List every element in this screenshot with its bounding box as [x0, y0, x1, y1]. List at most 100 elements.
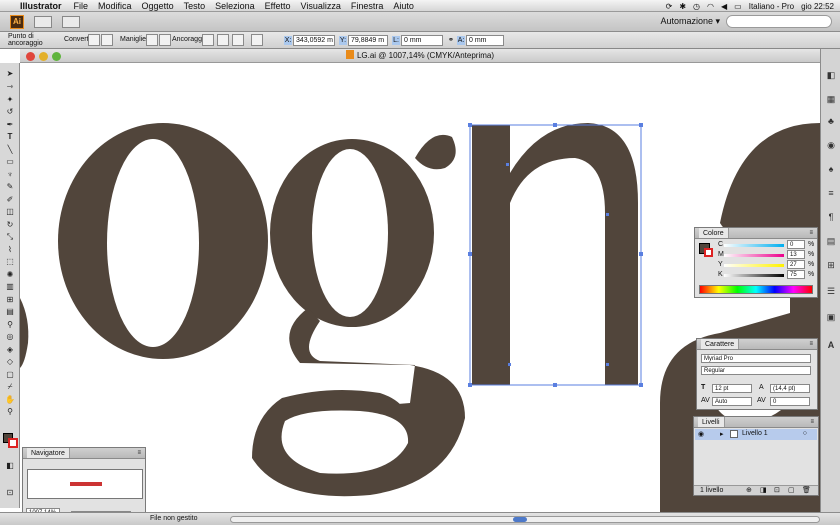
live-paint-selection-icon[interactable]: ◇ — [3, 357, 17, 367]
magic-wand-tool-icon[interactable]: ✦ — [3, 95, 17, 105]
paintbrush-tool-icon[interactable]: ♆ — [3, 170, 17, 180]
tracking-field[interactable]: 0 — [770, 397, 810, 406]
color-panel-icon[interactable]: ◧ — [824, 69, 838, 81]
battery-icon[interactable]: ▭ — [734, 2, 742, 11]
clock[interactable]: gio 22:52 — [801, 2, 834, 11]
leading-field[interactable]: (14,4 pt) — [770, 384, 810, 393]
warp-tool-icon[interactable]: ⌇ — [3, 245, 17, 255]
hide-handles-button[interactable] — [159, 34, 171, 46]
font-family-select[interactable]: Myriad Pro — [701, 354, 811, 363]
symbol-sprayer-tool-icon[interactable]: ✺ — [3, 270, 17, 280]
clipping-mask-icon[interactable]: ◨ — [760, 486, 767, 494]
pen-tool-icon[interactable]: ✒ — [3, 120, 17, 130]
y-field[interactable]: 27 — [787, 260, 805, 269]
align-icon[interactable]: ▤ — [824, 235, 838, 247]
character-icon[interactable]: A — [824, 339, 838, 351]
menu-modifica[interactable]: Modifica — [98, 1, 132, 11]
y-field[interactable]: 79,8849 m — [348, 35, 388, 46]
stroke-swatch[interactable] — [8, 438, 18, 448]
status-text[interactable]: File non gestito — [150, 515, 197, 522]
blend-tool-icon[interactable]: ◎ — [3, 332, 17, 342]
menu-effetto[interactable]: Effetto — [265, 1, 291, 11]
color-panel-tab[interactable]: Colore — [699, 228, 729, 238]
artboard-tool-icon[interactable]: ▢ — [3, 370, 17, 380]
k-slider[interactable] — [724, 274, 784, 277]
scrollbar-thumb[interactable] — [513, 517, 527, 522]
bluetooth-icon[interactable]: ✱ — [679, 2, 686, 11]
transform-icon[interactable]: ⊞ — [824, 259, 838, 271]
language-menu[interactable]: Italiano - Pro — [749, 2, 794, 11]
menu-oggetto[interactable]: Oggetto — [142, 1, 174, 11]
stroke-icon[interactable]: ≡ — [824, 187, 838, 199]
panel-menu-icon[interactable]: ≡ — [137, 448, 141, 459]
zoom-tool-icon[interactable]: ⚲ — [3, 407, 17, 417]
slice-tool-icon[interactable]: ⌿ — [3, 382, 17, 392]
document-tab[interactable]: LG.ai @ 1007,14% (CMYK/Anteprima) — [20, 49, 820, 63]
close-window-icon[interactable] — [26, 52, 35, 61]
rectangle-tool-icon[interactable]: ▭ — [3, 157, 17, 167]
type-tool-icon[interactable]: T — [3, 132, 17, 142]
appearance-icon[interactable]: ◉ — [824, 139, 838, 151]
eraser-tool-icon[interactable]: ◫ — [3, 207, 17, 217]
character-panel-tab[interactable]: Carattere — [701, 339, 740, 349]
pencil-tool-icon[interactable]: ✎ — [3, 182, 17, 192]
sync-icon[interactable]: ⟳ — [666, 2, 673, 11]
delete-layer-icon[interactable]: 🗑 — [802, 486, 811, 494]
volume-icon[interactable]: ◀ — [721, 2, 727, 11]
visibility-eye-icon[interactable]: ◉ — [698, 430, 704, 438]
horizontal-scrollbar[interactable] — [230, 516, 820, 523]
graph-tool-icon[interactable]: ▥ — [3, 282, 17, 292]
paragraph-icon[interactable]: ¶ — [824, 211, 838, 223]
c-slider[interactable] — [724, 244, 784, 247]
glyph-n[interactable] — [472, 123, 638, 385]
lasso-tool-icon[interactable]: ↺ — [3, 107, 17, 117]
live-paint-tool-icon[interactable]: ◈ — [3, 345, 17, 355]
drawing-mode-icon[interactable]: ◧ — [3, 461, 17, 471]
font-size-field[interactable]: 12 pt — [712, 384, 752, 393]
line-tool-icon[interactable]: ╲ — [3, 145, 17, 155]
menu-file[interactable]: File — [74, 1, 89, 11]
gradient-tool-icon[interactable]: ▤ — [3, 307, 17, 317]
direct-selection-tool-icon[interactable]: ⇾ — [3, 82, 17, 92]
color-guide-icon[interactable]: ▦ — [824, 93, 838, 105]
new-layer-icon[interactable]: ▢ — [788, 486, 795, 494]
workspace-switcher[interactable]: Automazione ▾ — [660, 16, 720, 27]
reference-point-icon[interactable] — [251, 34, 263, 46]
panel-menu-icon[interactable]: ≡ — [810, 417, 814, 428]
navigator-view-box[interactable] — [70, 482, 102, 486]
link-icon[interactable]: ⚭ — [448, 36, 454, 44]
width-field[interactable]: 0 mm — [401, 35, 443, 46]
expand-triangle-icon[interactable]: ▸ — [720, 430, 724, 438]
target-icon[interactable]: ○ — [803, 430, 807, 437]
panel-menu-icon[interactable]: ≡ — [809, 339, 813, 350]
color-spectrum[interactable] — [699, 285, 813, 294]
x-field[interactable]: 343,0592 m — [293, 35, 335, 46]
free-transform-tool-icon[interactable]: ⬚ — [3, 257, 17, 267]
navigator-preview[interactable] — [27, 469, 143, 499]
glyph-g[interactable] — [252, 134, 465, 497]
cut-path-button[interactable] — [232, 34, 244, 46]
graphic-styles-icon[interactable]: ▣ — [824, 311, 838, 323]
convert-smooth-button[interactable] — [101, 34, 113, 46]
symbols-icon[interactable]: ♠ — [824, 163, 838, 175]
panel-menu-icon[interactable]: ≡ — [809, 228, 813, 239]
stroke-color-swatch[interactable] — [704, 248, 713, 257]
m-slider[interactable] — [724, 254, 784, 257]
rotate-tool-icon[interactable]: ↻ — [3, 220, 17, 230]
blob-brush-tool-icon[interactable]: ✐ — [3, 195, 17, 205]
show-handles-button[interactable] — [146, 34, 158, 46]
zoom-window-icon[interactable] — [52, 52, 61, 61]
timemachine-icon[interactable]: ◷ — [693, 2, 700, 11]
y-slider[interactable] — [724, 264, 784, 267]
layers-icon[interactable]: ☰ — [824, 285, 838, 297]
navigator-panel-tab[interactable]: Navigatore — [27, 448, 70, 458]
scale-tool-icon[interactable]: ⤡ — [3, 232, 17, 242]
minimize-window-icon[interactable] — [39, 52, 48, 61]
connect-anchors-button[interactable] — [217, 34, 229, 46]
menu-finestra[interactable]: Finestra — [351, 1, 384, 11]
arrange-documents-button[interactable] — [62, 15, 80, 28]
layer-name[interactable]: Livello 1 — [742, 430, 768, 437]
brushes-icon[interactable]: ♣ — [824, 115, 838, 127]
layer-row[interactable]: ◉ ▸ Livello 1 ○ — [695, 429, 817, 440]
kerning-field[interactable]: Auto — [712, 397, 752, 406]
